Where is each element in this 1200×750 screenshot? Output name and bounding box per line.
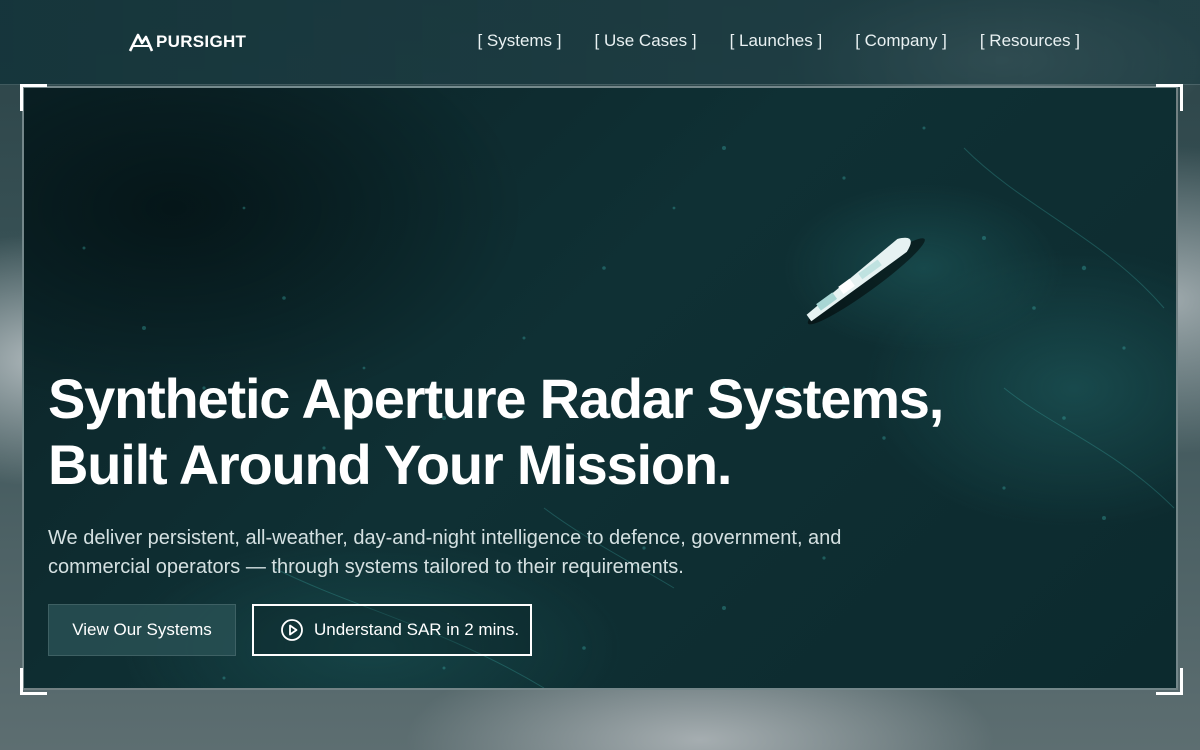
logo-mark-icon (128, 33, 154, 52)
brand-logo[interactable]: PURSIGHT (128, 31, 246, 53)
understand-sar-button-label: Understand SAR in 2 mins. (314, 620, 520, 639)
nav-links: [ Systems ] [ Use Cases ] [ Launches ] [… (477, 31, 1080, 51)
view-systems-button[interactable]: View Our Systems (48, 604, 236, 656)
frame-corner-top-left (20, 84, 47, 111)
hero-headline-line-2: Built Around Your Mission. (48, 433, 732, 496)
brand-name: PURSIGHT (156, 32, 247, 51)
frame-corner-bottom-left (20, 668, 47, 695)
hero-subtext: We deliver persistent, all-weather, day-… (48, 527, 842, 578)
nav-link-systems[interactable]: [ Systems ] (477, 31, 561, 51)
view-systems-button-label: View Our Systems (72, 620, 212, 639)
hero-headline: Synthetic Aperture Radar Systems, Built … (48, 366, 1008, 498)
top-navigation: PURSIGHT [ Systems ] [ Use Cases ] [ Lau… (0, 0, 1200, 85)
play-circle-icon (281, 619, 303, 641)
frame-corner-bottom-right (1156, 668, 1183, 695)
nav-link-company[interactable]: [ Company ] (855, 31, 947, 51)
frame-corner-top-right (1156, 84, 1183, 111)
hero-headline-line-1: Synthetic Aperture Radar Systems, (48, 367, 944, 430)
nav-link-launches[interactable]: [ Launches ] (730, 31, 823, 51)
understand-sar-button[interactable]: Understand SAR in 2 mins. (252, 604, 532, 656)
nav-link-use-cases[interactable]: [ Use Cases ] (595, 31, 697, 51)
nav-link-resources[interactable]: [ Resources ] (980, 31, 1080, 51)
